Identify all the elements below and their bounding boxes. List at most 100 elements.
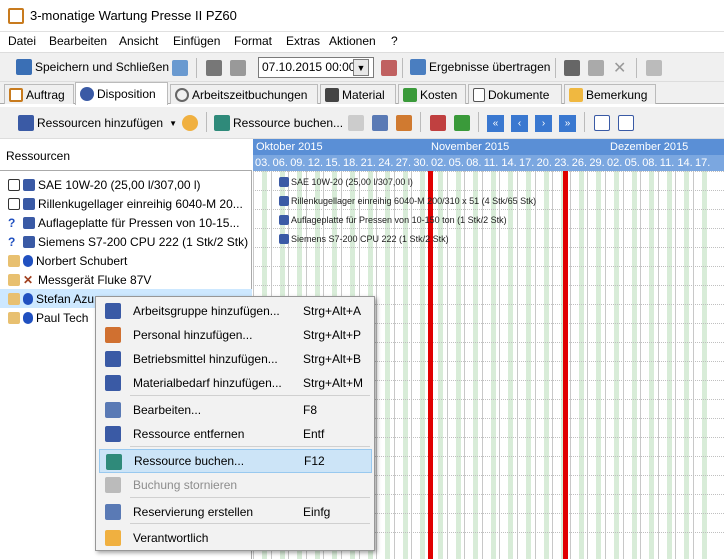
reset-icon[interactable]: [381, 60, 397, 76]
menu-datei[interactable]: Datei: [8, 34, 36, 48]
responsible-icon: [105, 530, 121, 546]
app-icon: [8, 8, 24, 24]
chevron-down-icon: ▼: [169, 118, 178, 128]
close-icon[interactable]: ✕: [613, 58, 626, 78]
menu-einfuegen[interactable]: Einfügen: [173, 34, 220, 48]
book-resource-button[interactable]: Ressource buchen...: [214, 115, 343, 131]
tab-arbeitszeitbuchungen[interactable]: Arbeitszeitbuchungen: [170, 84, 318, 104]
wrench-icon[interactable]: [564, 60, 580, 76]
resource-label: Norbert Schubert: [36, 253, 128, 268]
layout-icon-2[interactable]: [454, 115, 470, 131]
day-label: 17.: [695, 157, 711, 169]
resource-row[interactable]: SAE 10W-20 (25,00 l/307,00 l): [0, 175, 252, 194]
context-menu-item[interactable]: Betriebsmittel hinzufügen... Strg+Alt+B: [99, 347, 372, 371]
weekend-band: [666, 171, 672, 559]
context-menu-item[interactable]: Ressource entfernen Entf: [99, 422, 372, 446]
weekend-band: [455, 171, 461, 559]
resource-row[interactable]: ✕ Messgerät Fluke 87V: [0, 270, 252, 289]
day-column: [552, 171, 554, 559]
resource-row[interactable]: Rillenkugellager einreihig 6040-M 20...: [0, 194, 252, 213]
menu-separator: [130, 497, 370, 498]
menu-item-label: Personal hinzufügen...: [133, 328, 253, 342]
first-page-icon[interactable]: «: [487, 115, 504, 132]
date-dropdown-icon[interactable]: ▼: [353, 59, 369, 76]
resource-row[interactable]: ? Siemens S7-200 CPU 222 (1 Stk/2 Stk): [0, 232, 252, 251]
cancel-booking-icon[interactable]: [348, 115, 364, 131]
last-page-icon[interactable]: »: [559, 115, 576, 132]
edit-icon: [105, 402, 121, 418]
print-icon[interactable]: [206, 60, 222, 76]
note-icon: [569, 87, 583, 102]
day-column: [569, 171, 571, 559]
row-divider: [253, 266, 724, 267]
menu-bearbeiten[interactable]: Bearbeiten: [49, 34, 107, 48]
tab-dokumente[interactable]: Dokumente: [468, 84, 562, 104]
person-icon: [23, 292, 33, 305]
menu-extras[interactable]: Extras: [286, 34, 320, 48]
gantt-bar[interactable]: Auflageplatte für Pressen von 10-150 ton…: [279, 215, 507, 225]
transfer-results-button[interactable]: Ergebnisse übertragen: [410, 59, 550, 75]
save-close-label: Speichern und Schließen: [35, 60, 170, 74]
resource-row[interactable]: Norbert Schubert: [0, 251, 252, 270]
reservation-icon: [105, 504, 121, 520]
day-column: [464, 171, 466, 559]
tab-material[interactable]: Material: [320, 84, 396, 104]
context-menu-item[interactable]: Personal hinzufügen... Strg+Alt+P: [99, 323, 372, 347]
menu-aktionen[interactable]: Aktionen: [329, 34, 376, 48]
edit-disabled-icon[interactable]: [588, 60, 604, 76]
context-menu-item[interactable]: Materialbedarf hinzufügen... Strg+Alt+M: [99, 371, 372, 395]
menu-help[interactable]: ?: [391, 34, 398, 48]
day-column: [657, 171, 659, 559]
context-menu-item[interactable]: Bearbeiten... F8: [99, 398, 372, 422]
transfer-icon: [410, 59, 426, 75]
menu-item-label: Bearbeiten...: [133, 403, 202, 417]
edit-icon[interactable]: [372, 115, 388, 131]
calendar-icon[interactable]: [594, 115, 610, 131]
context-menu-item[interactable]: Arbeitsgruppe hinzufügen... Strg+Alt+A: [99, 299, 372, 323]
save-icon: [16, 59, 32, 75]
tab-bemerkung[interactable]: Bemerkung: [564, 84, 656, 104]
resource-row[interactable]: ? Auflageplatte für Pressen von 10-15...: [0, 213, 252, 232]
day-label: 11.: [483, 157, 499, 169]
gantt-bar[interactable]: Rillenkugellager einreihig 6040-M 200/31…: [279, 196, 536, 206]
previous-icon[interactable]: ‹: [511, 115, 528, 132]
menu-format[interactable]: Format: [234, 34, 272, 48]
day-label: 20.: [536, 157, 552, 169]
weekend-band: [420, 171, 426, 559]
context-menu-item[interactable]: Verantwortlich: [99, 526, 372, 550]
person-icon[interactable]: [182, 115, 198, 131]
resource-label: Paul Tech: [36, 310, 89, 325]
day-label: 02.: [431, 157, 447, 169]
layout-icon-1[interactable]: [430, 115, 446, 131]
menu-ansicht[interactable]: Ansicht: [119, 34, 158, 48]
context-menu-item[interactable]: Reservierung erstellen Einfg: [99, 500, 372, 524]
day-label: 17.: [519, 157, 535, 169]
day-column: [499, 171, 501, 559]
export-icon[interactable]: [172, 60, 188, 76]
weekend-band: [578, 171, 584, 559]
menu-item-shortcut: Strg+Alt+B: [303, 352, 362, 366]
save-close-button[interactable]: Speichern und Schließen: [16, 59, 169, 75]
tab-disposition[interactable]: Disposition: [75, 82, 168, 105]
question-icon: ?: [8, 215, 16, 230]
tab-auftrag[interactable]: Auftrag: [4, 84, 74, 104]
day-label: 08.: [466, 157, 482, 169]
weekend-band: [385, 171, 391, 559]
menu-item-shortcut: F8: [303, 403, 318, 417]
print-preview-icon[interactable]: [230, 60, 246, 76]
row-divider: [253, 190, 724, 191]
timer-icon[interactable]: [646, 60, 662, 76]
next-icon[interactable]: ›: [535, 115, 552, 132]
tools-icon[interactable]: [396, 115, 412, 131]
day-label: 26.: [571, 157, 588, 169]
calendar-week-icon[interactable]: [618, 115, 634, 131]
gantt-bar[interactable]: SAE 10W-20 (25,00 l/307,00 l): [279, 177, 413, 187]
gantt-bar[interactable]: Siemens S7-200 CPU 222 (1 Stk/2 Stk): [279, 234, 449, 244]
add-resources-icon: [18, 115, 34, 131]
menu-item-shortcut: Entf: [303, 427, 325, 441]
weekend-band: [596, 171, 602, 559]
tab-kosten[interactable]: Kosten: [398, 84, 466, 104]
menu-bar: Datei Bearbeiten Ansicht Einfügen Format…: [0, 32, 724, 52]
add-resources-button[interactable]: Ressourcen hinzufügen ▼: [18, 115, 177, 131]
context-menu-item[interactable]: Ressource buchen... F12: [99, 449, 372, 473]
